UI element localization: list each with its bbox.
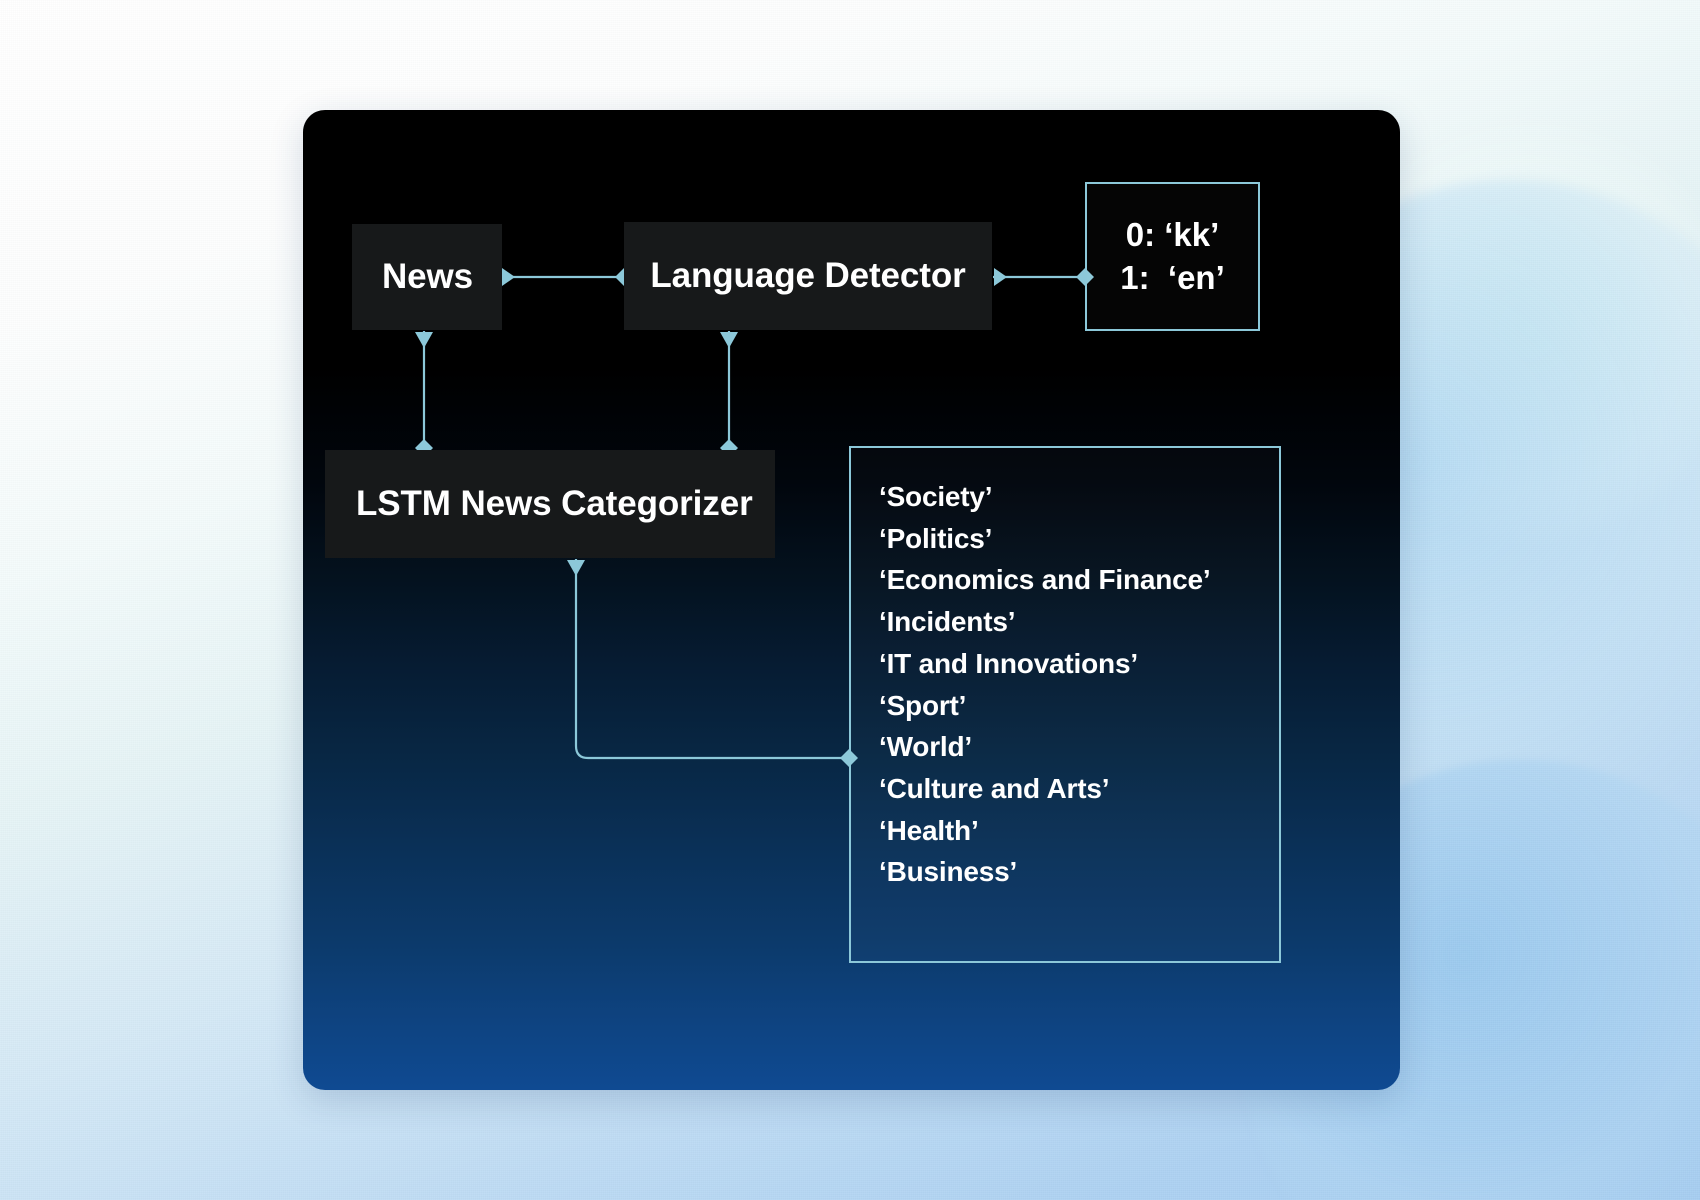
node-lstm-news-categorizer[interactable]: LSTM News Categorizer [325, 450, 775, 558]
category-item: ‘Culture and Arts’ [879, 773, 1110, 805]
category-item: ‘IT and Innovations’ [879, 647, 1138, 679]
edge-language-detector-to-language-output [993, 268, 1094, 286]
category-item: ‘Incidents’ [879, 606, 1016, 638]
edge-news-to-language-detector [502, 268, 633, 286]
categories-box: ‘Society’ ‘Politics’ ‘Economics and Fina… [849, 446, 1281, 963]
diagram-panel: .wire { stroke:#8cc8d9; stroke-width:2.2… [303, 110, 1400, 1090]
language-output-line-0: 0: ‘kk’ [1125, 215, 1220, 253]
node-news-label: News [382, 257, 474, 296]
category-item: ‘World’ [879, 731, 972, 763]
category-item: ‘Politics’ [879, 522, 993, 554]
node-news[interactable]: News [352, 224, 502, 330]
node-language-detector[interactable]: Language Detector [624, 222, 992, 330]
node-lstm-news-categorizer-label: LSTM News Categorizer [356, 484, 753, 523]
category-item: ‘Sport’ [879, 689, 967, 721]
node-language-detector-label: Language Detector [650, 256, 966, 295]
language-output-box: 0: ‘kk’ 1: ‘en’ [1085, 182, 1260, 331]
category-item: ‘Health’ [879, 814, 979, 846]
edge-news-to-lstm [415, 331, 433, 457]
edge-lstm-to-categories [567, 559, 858, 767]
category-item: ‘Society’ [879, 481, 993, 512]
category-item: ‘Economics and Finance’ [879, 564, 1211, 596]
language-output-line-1: 1: ‘en’ [1120, 258, 1225, 296]
edge-language-detector-to-lstm [720, 331, 738, 457]
category-item: ‘Business’ [879, 856, 1018, 888]
